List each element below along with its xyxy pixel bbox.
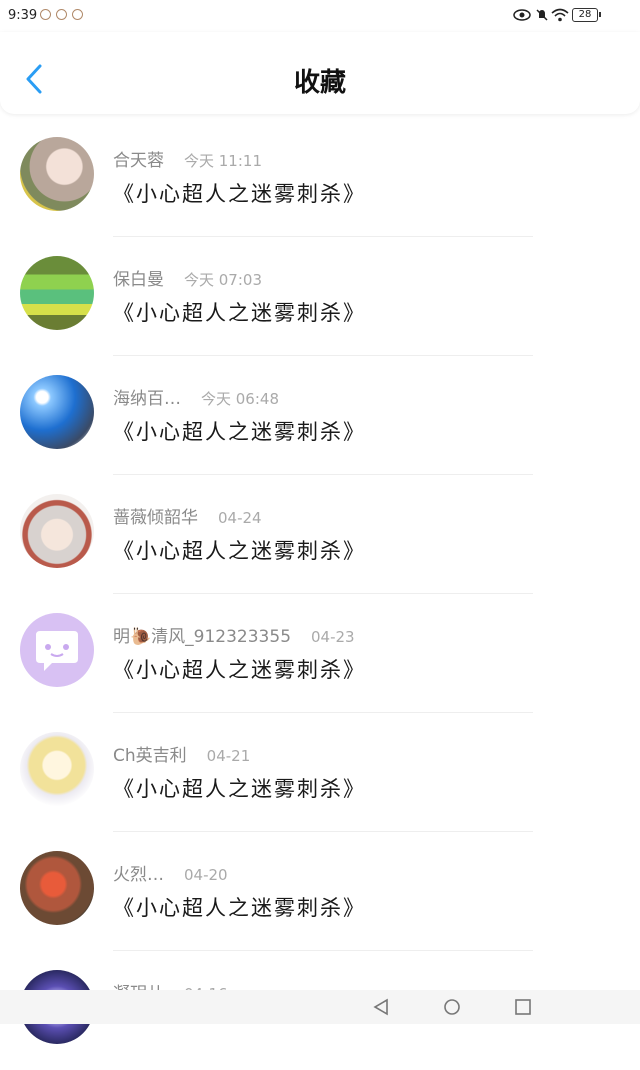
avatar — [20, 494, 94, 568]
nav-recent-icon[interactable] — [514, 998, 532, 1016]
item-content: 《小心超人之迷雾刺杀》 — [113, 539, 366, 563]
list-item[interactable]: Ch英吉利 04-21 《小心超人之迷雾刺杀》 — [0, 713, 640, 832]
chat-bubble-icon — [36, 631, 78, 671]
header-bar: 收藏 — [0, 32, 640, 114]
nav-home-icon[interactable] — [443, 998, 461, 1016]
list-item[interactable]: 明🐌清风_912323355 04-23 《小心超人之迷雾刺杀》 — [0, 594, 640, 713]
avatar — [20, 375, 94, 449]
user-name: 合天蓉 — [113, 151, 164, 171]
item-content: 《小心超人之迷雾刺杀》 — [113, 182, 366, 206]
item-content: 《小心超人之迷雾刺杀》 — [113, 777, 366, 801]
user-name: Ch英吉利 — [113, 746, 187, 766]
item-time: 04-21 — [206, 747, 251, 765]
item-time: 04-24 — [218, 509, 262, 527]
item-time: 今天 11:11 — [184, 152, 262, 170]
list-item[interactable]: 火烈… 04-20 《小心超人之迷雾刺杀》 — [0, 832, 640, 951]
item-time: 04-20 — [184, 866, 228, 884]
list-item[interactable]: 海纳百… 今天 06:48 《小心超人之迷雾刺杀》 — [0, 356, 640, 475]
battery-icon: 28 — [572, 8, 601, 22]
wifi-icon — [551, 8, 569, 22]
notification-icons — [40, 9, 83, 20]
item-content: 《小心超人之迷雾刺杀》 — [113, 301, 366, 325]
nav-back-icon[interactable] — [372, 998, 390, 1016]
list-item[interactable]: 蔷薇倾韶华 04-24 《小心超人之迷雾刺杀》 — [0, 475, 640, 594]
avatar — [20, 256, 94, 330]
system-nav-bar — [0, 990, 640, 1024]
list-item[interactable]: 合天蓉 今天 11:11 《小心超人之迷雾刺杀》 — [0, 118, 640, 237]
notification-icon — [72, 9, 83, 20]
item-time: 今天 06:48 — [201, 390, 279, 408]
item-content: 《小心超人之迷雾刺杀》 — [113, 658, 366, 682]
item-time: 今天 07:03 — [184, 271, 262, 289]
item-content: 《小心超人之迷雾刺杀》 — [113, 896, 366, 920]
item-time: 04-23 — [311, 628, 355, 646]
page-title: 收藏 — [293, 68, 346, 98]
avatar — [20, 137, 94, 211]
user-name: 火烈… — [113, 865, 164, 885]
notification-icon — [40, 9, 51, 20]
notification-icon — [56, 9, 67, 20]
avatar — [20, 613, 94, 687]
user-name: 明🐌清风_912323355 — [113, 627, 292, 647]
avatar — [20, 732, 94, 806]
status-bar: 9:39 28 — [0, 0, 640, 32]
favorites-list: 合天蓉 今天 11:11 《小心超人之迷雾刺杀》 保白曼 今天 07:03 《小… — [0, 118, 640, 1070]
user-name: 海纳百… — [113, 389, 181, 409]
user-name: 保白曼 — [113, 270, 164, 290]
avatar — [20, 851, 94, 925]
list-item[interactable]: 保白曼 今天 07:03 《小心超人之迷雾刺杀》 — [0, 237, 640, 356]
user-name: 蔷薇倾韶华 — [113, 508, 198, 528]
item-content: 《小心超人之迷雾刺杀》 — [113, 420, 366, 444]
status-time: 9:39 — [8, 8, 38, 23]
mute-icon — [536, 9, 548, 21]
eye-icon — [513, 9, 531, 21]
